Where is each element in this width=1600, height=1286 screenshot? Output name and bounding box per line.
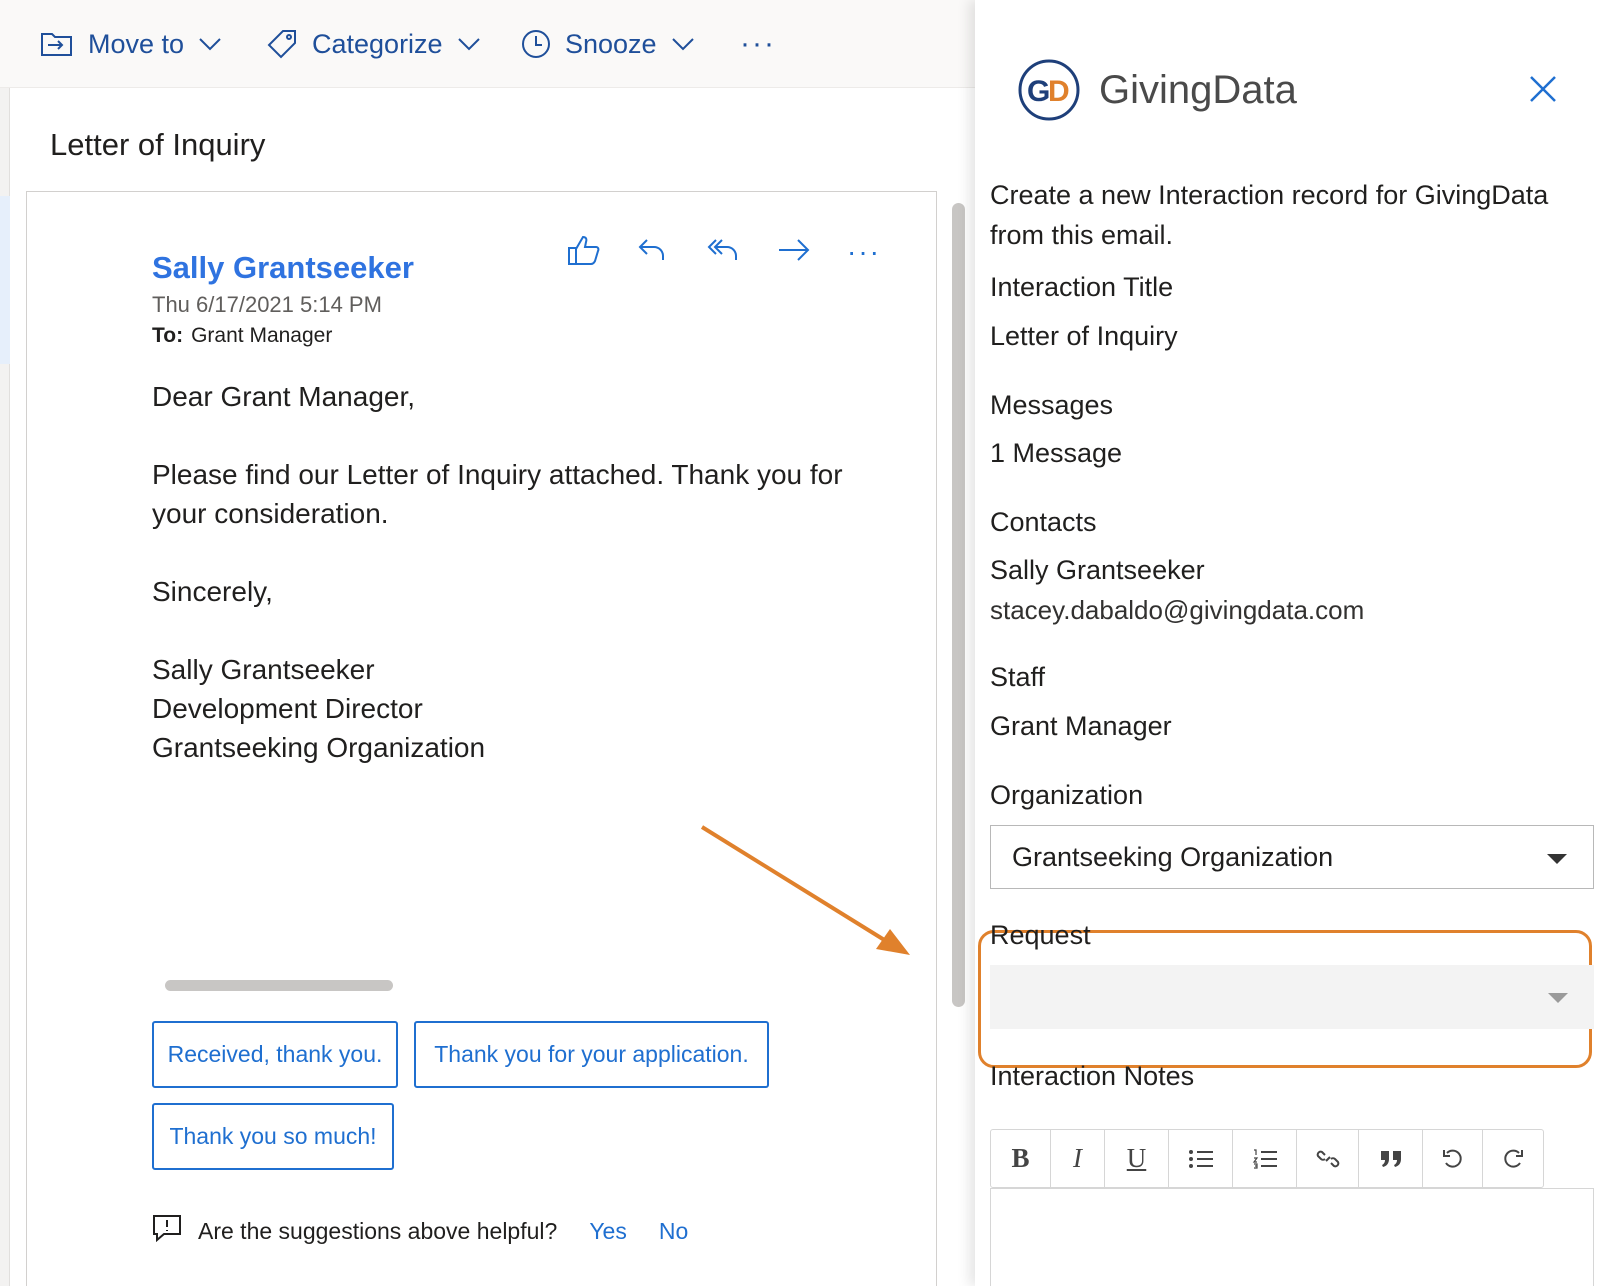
dropdown-caret-icon bbox=[1548, 993, 1568, 1003]
message-card: Sally Grantseeker Thu 6/17/2021 5:14 PM … bbox=[26, 191, 937, 1286]
suggestions-feedback: Are the suggestions above helpful? Yes N… bbox=[152, 1214, 688, 1248]
undo-button[interactable] bbox=[1423, 1130, 1483, 1187]
bold-button[interactable]: B bbox=[991, 1130, 1051, 1187]
interaction-notes-editor[interactable] bbox=[990, 1188, 1594, 1286]
chevron-down-icon bbox=[457, 37, 481, 51]
reply-all-button[interactable] bbox=[707, 232, 777, 272]
quote-icon bbox=[1380, 1150, 1401, 1167]
thumbs-up-icon bbox=[567, 234, 601, 271]
bulleted-list-button[interactable] bbox=[1169, 1130, 1233, 1187]
categorize-button[interactable]: Categorize bbox=[266, 24, 481, 64]
suggested-reply-button[interactable]: Received, thank you. bbox=[152, 1021, 398, 1088]
organization-selected-value: Grantseeking Organization bbox=[1012, 841, 1334, 872]
suggested-reply-button[interactable]: Thank you for your application. bbox=[414, 1021, 769, 1088]
sender-name[interactable]: Sally Grantseeker bbox=[152, 250, 414, 286]
contact-name: Sally Grantseeker bbox=[990, 555, 1205, 585]
clock-icon bbox=[521, 29, 551, 59]
signature-name: Sally Grantseeker bbox=[152, 654, 375, 685]
givingdata-addin-pane: G D GivingData Create a new Interaction … bbox=[975, 0, 1600, 1286]
feedback-yes-link[interactable]: Yes bbox=[589, 1218, 627, 1245]
organization-select[interactable]: Grantseeking Organization bbox=[990, 825, 1594, 889]
message-actions: ··· bbox=[567, 232, 917, 272]
recipient-name[interactable]: Grant Manager bbox=[191, 324, 332, 347]
signature-org: Grantseeking Organization bbox=[152, 732, 486, 763]
move-to-icon bbox=[40, 30, 74, 58]
staff-value: Grant Manager bbox=[990, 711, 1172, 741]
reply-all-icon bbox=[707, 236, 741, 269]
feedback-icon bbox=[152, 1214, 182, 1248]
horizontal-scrollbar[interactable] bbox=[165, 980, 393, 991]
command-toolbar: Move to Categorize Snooze ··· bbox=[0, 0, 975, 88]
snooze-label: Snooze bbox=[565, 28, 657, 59]
to-label: To: bbox=[152, 324, 184, 347]
givingdata-logo: G D GivingData bbox=[1017, 58, 1297, 122]
interaction-title-label: Interaction Title bbox=[990, 272, 1174, 302]
reply-icon bbox=[637, 236, 667, 269]
like-button[interactable] bbox=[567, 232, 637, 272]
underline-button[interactable]: U bbox=[1105, 1130, 1169, 1187]
message-body: Dear Grant Manager, Please find our Lett… bbox=[152, 377, 872, 767]
contacts-label: Contacts bbox=[990, 507, 1097, 537]
blockquote-button[interactable] bbox=[1359, 1130, 1423, 1187]
chevron-down-icon bbox=[671, 37, 695, 51]
selected-message-indicator bbox=[0, 196, 10, 364]
close-pane-button[interactable] bbox=[1528, 74, 1558, 104]
move-to-label: Move to bbox=[88, 28, 185, 59]
link-button[interactable] bbox=[1297, 1130, 1359, 1187]
request-select[interactable] bbox=[990, 965, 1594, 1029]
gd-monogram-icon: G D bbox=[1018, 59, 1080, 121]
folder-pane-edge bbox=[0, 0, 10, 1286]
interaction-title-value: Letter of Inquiry bbox=[990, 321, 1178, 351]
close-icon bbox=[1530, 76, 1556, 102]
body-paragraph: Please find our Letter of Inquiry attach… bbox=[152, 459, 843, 529]
request-label: Request bbox=[990, 920, 1091, 950]
categorize-label: Categorize bbox=[312, 28, 443, 59]
move-to-button[interactable]: Move to bbox=[40, 24, 222, 64]
italic-button[interactable]: I bbox=[1051, 1130, 1105, 1187]
logo-letter-d: D bbox=[1048, 75, 1070, 108]
signature-title: Development Director bbox=[152, 693, 423, 724]
suggested-reply-button[interactable]: Thank you so much! bbox=[152, 1103, 394, 1170]
bulleted-list-icon bbox=[1188, 1149, 1213, 1168]
undo-icon bbox=[1442, 1149, 1462, 1168]
greeting: Dear Grant Manager, bbox=[152, 381, 416, 412]
snooze-button[interactable]: Snooze bbox=[521, 24, 695, 64]
tag-icon bbox=[266, 28, 298, 60]
forward-arrow-icon bbox=[777, 237, 811, 268]
forward-button[interactable] bbox=[777, 232, 847, 272]
logo-letter-g: G bbox=[1027, 75, 1050, 108]
numbered-list-icon bbox=[1252, 1148, 1277, 1169]
sent-date: Thu 6/17/2021 5:14 PM bbox=[152, 292, 382, 317]
messages-value: 1 Message bbox=[990, 438, 1123, 468]
interaction-notes-label: Interaction Notes bbox=[990, 1061, 1195, 1091]
numbered-list-button[interactable] bbox=[1233, 1130, 1297, 1187]
recipient-line: To: Grant Manager bbox=[152, 324, 332, 348]
addin-intro: Create a new Interaction record for Givi… bbox=[990, 180, 1549, 250]
messages-label: Messages bbox=[990, 390, 1114, 420]
annotation-arrow bbox=[700, 825, 910, 955]
chevron-down-icon bbox=[198, 37, 222, 51]
link-icon bbox=[1316, 1150, 1339, 1167]
message-subject: Letter of Inquiry bbox=[50, 127, 266, 162]
staff-label: Staff bbox=[990, 662, 1046, 692]
more-commands-button[interactable]: ··· bbox=[740, 24, 776, 64]
closing: Sincerely, bbox=[152, 576, 273, 607]
redo-button[interactable] bbox=[1483, 1130, 1543, 1187]
dropdown-caret-icon bbox=[1547, 854, 1567, 864]
contact-email: stacey.dabaldo@givingdata.com bbox=[990, 595, 1365, 625]
more-actions-button[interactable]: ··· bbox=[847, 232, 917, 272]
reply-button[interactable] bbox=[637, 232, 707, 272]
redo-icon bbox=[1504, 1149, 1523, 1168]
notes-editor-toolbar: B I U bbox=[990, 1129, 1544, 1188]
feedback-question: Are the suggestions above helpful? bbox=[198, 1217, 558, 1244]
organization-label: Organization bbox=[990, 780, 1144, 810]
feedback-no-link[interactable]: No bbox=[659, 1218, 688, 1245]
brand-name: GivingData bbox=[1099, 67, 1297, 112]
vertical-scrollbar[interactable] bbox=[952, 203, 965, 1007]
